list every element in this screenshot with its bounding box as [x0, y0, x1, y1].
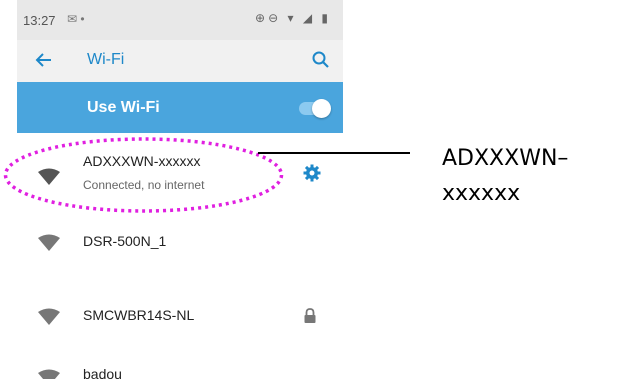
callout-label: ADXXXWN– xxxxxx — [442, 141, 568, 211]
wifi-signal-icon — [37, 369, 61, 379]
callout-line-2: xxxxxx — [442, 181, 521, 206]
highlight-ellipse — [3, 137, 284, 213]
status-time: 13:27 — [23, 13, 56, 28]
toggle-knob — [312, 99, 331, 118]
network-name: DSR-500N_1 — [83, 233, 167, 249]
wifi-signal-icon — [37, 234, 61, 252]
back-arrow-icon[interactable] — [33, 49, 55, 71]
callout-line-1: ADXXXWN– — [442, 146, 569, 171]
app-bar: Wi-Fi — [17, 40, 343, 82]
lock-icon — [303, 308, 317, 324]
status-notification-icons: ✉ • — [67, 12, 85, 26]
wifi-toggle[interactable] — [299, 99, 331, 118]
gear-icon[interactable] — [303, 164, 321, 182]
use-wifi-label: Use Wi-Fi — [87, 99, 160, 116]
use-wifi-bar[interactable]: Use Wi-Fi — [17, 82, 343, 133]
network-row[interactable]: SMCWBR14S-NL — [17, 296, 343, 336]
network-name: SMCWBR14S-NL — [83, 307, 195, 323]
network-name: badou — [83, 366, 122, 379]
search-icon[interactable] — [311, 50, 331, 70]
network-row[interactable]: DSR-500N_1 — [17, 222, 343, 262]
status-system-icons: ⊕⊖ ▾ ◢ ▮ — [255, 11, 331, 25]
page-title: Wi-Fi — [87, 51, 125, 68]
status-bar: 13:27 ✉ • ⊕⊖ ▾ ◢ ▮ — [17, 0, 343, 40]
network-row[interactable]: badou — [17, 357, 343, 379]
wifi-signal-icon — [37, 308, 61, 326]
callout-leader-line — [258, 152, 410, 154]
